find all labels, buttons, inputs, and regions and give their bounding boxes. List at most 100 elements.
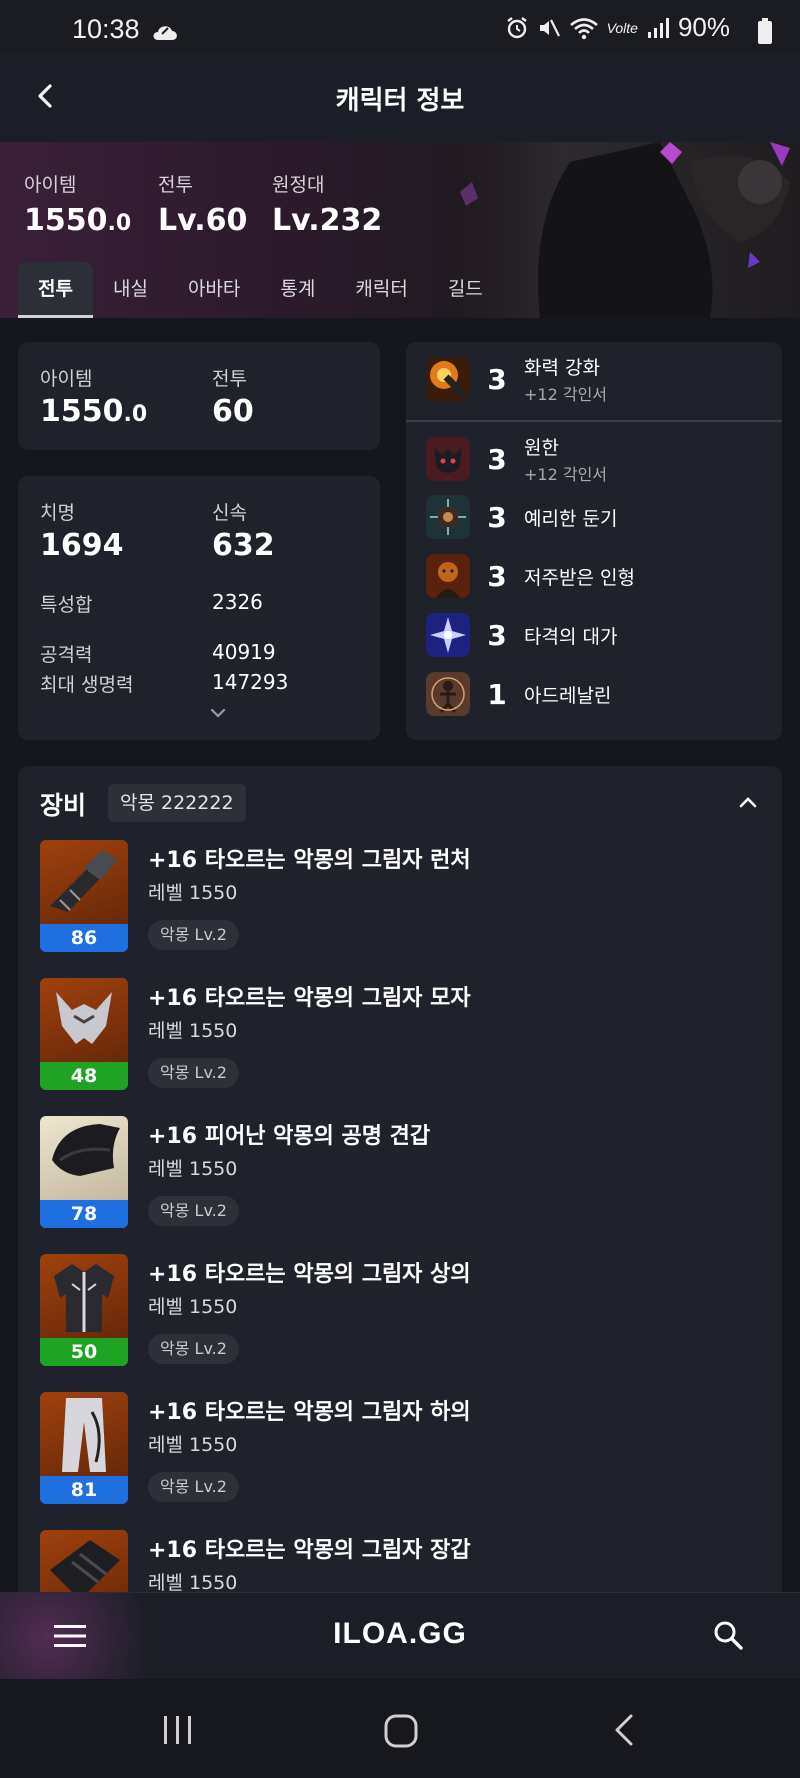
equipment-item[interactable]: 81 +16 타오르는 악몽의 그림자 하의 레벨 1550 악몽 Lv.2 (40, 1392, 760, 1504)
engraving-row[interactable]: 3 화력 강화 +12 각인서 (426, 352, 607, 406)
shoulder-art (52, 1124, 120, 1176)
alarm-icon (506, 16, 527, 38)
hero-stat-roster: 원정대 Lv.232 (272, 170, 382, 238)
engraving-row[interactable]: 3 타격의 대가 (426, 608, 617, 662)
chevron-up-icon[interactable] (736, 794, 760, 810)
item-name: +16 피어난 악몽의 공명 견갑 (148, 1124, 431, 1149)
stats-card[interactable]: 치명 1694 신속 632 특성합 2326 공격력 40919 최대 생명력… (18, 476, 380, 740)
hero-stat-value: 1550.0 (24, 203, 131, 238)
gloves-art (50, 1540, 120, 1592)
recent-apps-icon[interactable] (160, 1714, 196, 1746)
helmet-art (56, 992, 112, 1044)
hero-stat-label: 원정대 (272, 174, 325, 196)
engraving-row[interactable]: 3 저주받은 인형 (426, 549, 635, 603)
battery-percent: 90% (677, 12, 730, 42)
divider (406, 420, 782, 422)
item-level: 레벨 1550 (148, 1158, 238, 1180)
combat-level-value: 60 (212, 394, 254, 429)
item-level: 레벨 1550 (148, 1296, 238, 1318)
engraving-name: 원한 (524, 437, 559, 459)
equipment-item[interactable]: 50 +16 타오르는 악몽의 그림자 상의 레벨 1550 악몽 Lv.2 (40, 1254, 760, 1366)
max-hp-value: 147293 (212, 670, 289, 694)
crit-value: 1694 (40, 528, 124, 563)
engraving-row[interactable]: 1 아드레날린 (426, 667, 611, 721)
engraving-level: 3 (487, 618, 507, 652)
tab-combat[interactable]: 전투 (18, 262, 93, 318)
engraving-name: 저주받은 인형 (524, 566, 635, 589)
hero-item-level: 1550 (24, 203, 108, 238)
hero-stat-item: 아이템 1550.0 (24, 170, 131, 238)
engraving-level: 3 (487, 500, 507, 534)
equipment-item[interactable]: 78 +16 피어난 악몽의 공명 견갑 레벨 1550 악몽 Lv.2 (40, 1116, 760, 1228)
swift-label: 신속 (212, 502, 247, 524)
tab-inner[interactable]: 내실 (93, 262, 168, 318)
engraving-row[interactable]: 3 원한 +12 각인서 (426, 432, 607, 486)
quality-badge: 86 (40, 924, 128, 952)
helmet-icon: 48 (40, 978, 128, 1090)
item-name: +16 타오르는 악몽의 그림자 하의 (148, 1400, 471, 1425)
bottom-app-bar: ILOA.GG (0, 1592, 800, 1679)
set-tag: 악몽 Lv.2 (148, 1196, 239, 1226)
crit-label: 치명 (40, 502, 75, 524)
network-label: Volte (606, 19, 638, 36)
set-tag: 악몽 Lv.2 (148, 920, 239, 950)
battery-icon (758, 18, 772, 44)
tab-avatar[interactable]: 아바타 (168, 262, 260, 318)
hero-stat-combat: 전투 Lv.60 (158, 170, 247, 238)
gloves-icon (40, 1530, 128, 1592)
spiked-ball-icon (426, 495, 470, 539)
set-tag: 악몽 Lv.2 (148, 1472, 239, 1502)
equipment-title: 장비 (40, 791, 87, 820)
item-level: 레벨 1550 (148, 1572, 238, 1592)
swift-value: 632 (212, 528, 275, 563)
character-art (460, 142, 800, 318)
engraving-row[interactable]: 3 예리한 둔기 (426, 490, 617, 544)
engraving-name: 화력 강화 (524, 357, 600, 379)
pants-art (62, 1398, 106, 1472)
item-level: 레벨 1550 (148, 1434, 238, 1456)
equipment-item[interactable]: 48 +16 타오르는 악몽의 그림자 모자 레벨 1550 악몽 Lv.2 (40, 978, 760, 1090)
impact-burst-icon (426, 613, 470, 657)
item-level-value: 1550.0 (40, 394, 147, 429)
tab-guild[interactable]: 길드 (428, 262, 503, 318)
system-nav-bar (0, 1680, 800, 1778)
attack-value: 40919 (212, 640, 276, 664)
cursed-doll-icon (426, 554, 470, 598)
chevron-down-icon[interactable] (208, 706, 228, 720)
combat-level-label: 전투 (212, 368, 247, 390)
equipment-set-badge: 악몽 222222 (108, 784, 246, 822)
trait-sum-value: 2326 (212, 590, 263, 614)
hero-stat-value: Lv.60 (158, 203, 248, 238)
engraving-book: +12 각인서 (524, 465, 608, 484)
tab-character[interactable]: 캐릭터 (335, 262, 427, 318)
tab-bar: 전투 내실 아바타 통계 캐릭터 길드 (18, 262, 503, 318)
home-icon[interactable] (384, 1714, 418, 1748)
quality-badge: 78 (40, 1200, 128, 1228)
engraving-level: 3 (487, 559, 507, 593)
item-level-number: 1550 (40, 394, 124, 429)
engraving-name: 아드레날린 (524, 684, 612, 707)
app-bar: 캐릭터 정보 (0, 52, 800, 142)
mute-icon (539, 19, 560, 36)
quality-badge: 50 (40, 1338, 128, 1366)
app-logo[interactable]: ILOA.GG (0, 1617, 800, 1651)
attack-label: 공격력 (40, 644, 93, 666)
item-name: +16 타오르는 악몽의 그림자 모자 (148, 986, 471, 1011)
search-icon[interactable] (712, 1619, 744, 1651)
max-hp-label: 최대 생명력 (40, 674, 134, 696)
adrenaline-icon (426, 672, 470, 716)
status-time: 10:38 (72, 14, 140, 44)
launcher-art (50, 850, 118, 912)
equipment-item[interactable]: 86 +16 타오르는 악몽의 그림자 런처 레벨 1550 악몽 Lv.2 (40, 840, 760, 952)
item-level: 레벨 1550 (148, 1020, 238, 1042)
tab-stats[interactable]: 통계 (260, 262, 335, 318)
system-back-icon[interactable] (612, 1712, 636, 1748)
status-bar: 10:38 Volte 90% (0, 0, 800, 52)
wifi-icon (569, 17, 598, 39)
set-tag: 악몽 Lv.2 (148, 1058, 239, 1088)
equipment-item[interactable]: +16 타오르는 악몽의 그림자 장갑 레벨 1550 (40, 1530, 760, 1592)
item-name: +16 타오르는 악몽의 그림자 런처 (148, 848, 471, 873)
status-icons: Volte 90% (505, 12, 730, 43)
shoulder-icon: 78 (40, 1116, 128, 1228)
cloud-icon (153, 26, 177, 40)
